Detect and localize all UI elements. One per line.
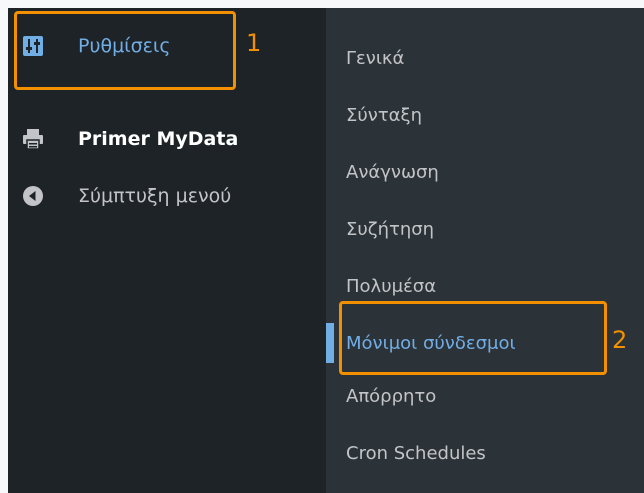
submenu-item-label: Συζήτηση <box>346 218 435 240</box>
sidebar-item-label: Σύμπτυξη μενού <box>78 185 232 207</box>
screen: Ρυθμίσεις Primer MyData Σύμπτυξη μενού Γ… <box>0 0 644 493</box>
submenu-item-label: Απόρρητο <box>346 385 437 407</box>
current-item-marker <box>326 323 334 363</box>
sidebar-item-primer-mydata[interactable]: Primer MyData <box>8 117 326 161</box>
sidebar-item-label: Primer MyData <box>78 128 239 150</box>
submenu-item-discussion[interactable]: Συζήτηση <box>326 209 644 249</box>
step-number-2: 2 <box>612 326 628 354</box>
settings-submenu: Γενικά Σύνταξη Ανάγνωση Συζήτηση Πολυμέσ… <box>326 8 644 493</box>
collapse-arrow-icon <box>22 185 44 207</box>
submenu-item-cron-schedules[interactable]: Cron Schedules <box>326 433 644 473</box>
printer-icon <box>22 128 44 150</box>
submenu-item-label: Γενικά <box>346 47 405 69</box>
highlight-box-step-2 <box>339 301 607 375</box>
submenu-item-label: Cron Schedules <box>346 442 486 464</box>
step-number-1: 1 <box>246 29 262 57</box>
submenu-item-label: Πολυμέσα <box>346 275 437 297</box>
submenu-item-label: Σύνταξη <box>346 104 422 126</box>
submenu-item-general[interactable]: Γενικά <box>326 38 644 78</box>
highlight-box-step-1 <box>14 11 236 90</box>
collapse-menu-button[interactable]: Σύμπτυξη μενού <box>8 174 326 218</box>
submenu-item-media[interactable]: Πολυμέσα <box>326 266 644 306</box>
submenu-item-label: Ανάγνωση <box>346 161 439 183</box>
submenu-item-reading[interactable]: Ανάγνωση <box>326 152 644 192</box>
submenu-item-writing[interactable]: Σύνταξη <box>326 95 644 135</box>
submenu-item-privacy[interactable]: Απόρρητο <box>326 376 644 416</box>
